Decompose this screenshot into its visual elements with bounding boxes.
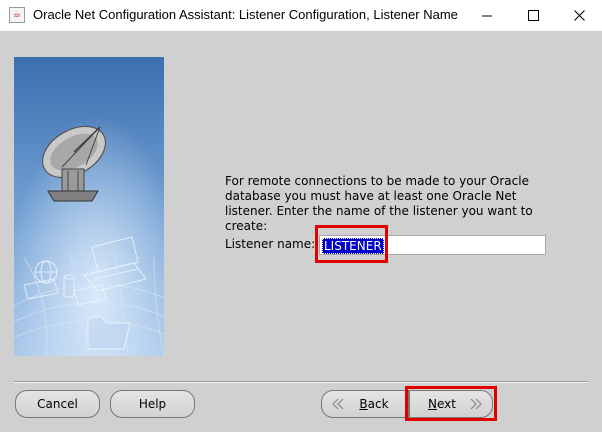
listener-name-value: LISTENER <box>322 238 384 254</box>
window-title: Oracle Net Configuration Assistant: List… <box>33 7 458 22</box>
close-button[interactable] <box>556 0 602 31</box>
help-button-label: Help <box>138 397 167 411</box>
back-button[interactable]: Back <box>321 390 409 418</box>
maximize-icon <box>527 10 539 21</box>
title-bar: ☕ Oracle Net Configuration Assistant: Li… <box>0 0 602 32</box>
listener-name-label: Listener name: <box>225 237 316 251</box>
cancel-button[interactable]: Cancel <box>15 390 100 418</box>
button-divider <box>14 381 588 383</box>
minimize-icon <box>481 15 492 17</box>
help-button[interactable]: Help <box>110 390 195 418</box>
close-icon <box>573 10 585 21</box>
next-button-label: Next <box>428 397 456 411</box>
cancel-button-label: Cancel <box>37 397 78 411</box>
listener-name-input[interactable]: LISTENER <box>319 235 546 255</box>
minimize-button[interactable] <box>464 0 510 31</box>
dialog-content: For remote connections to be made to you… <box>0 31 602 432</box>
maximize-button[interactable] <box>510 0 556 31</box>
next-button[interactable]: Next <box>409 390 493 418</box>
chevron-double-left-icon <box>332 398 344 410</box>
chevron-double-right-icon <box>470 398 482 410</box>
instruction-text: For remote connections to be made to you… <box>225 174 533 233</box>
back-button-label: Back <box>359 397 389 411</box>
java-icon[interactable]: ☕ <box>9 7 25 23</box>
wizard-side-image <box>14 57 164 356</box>
